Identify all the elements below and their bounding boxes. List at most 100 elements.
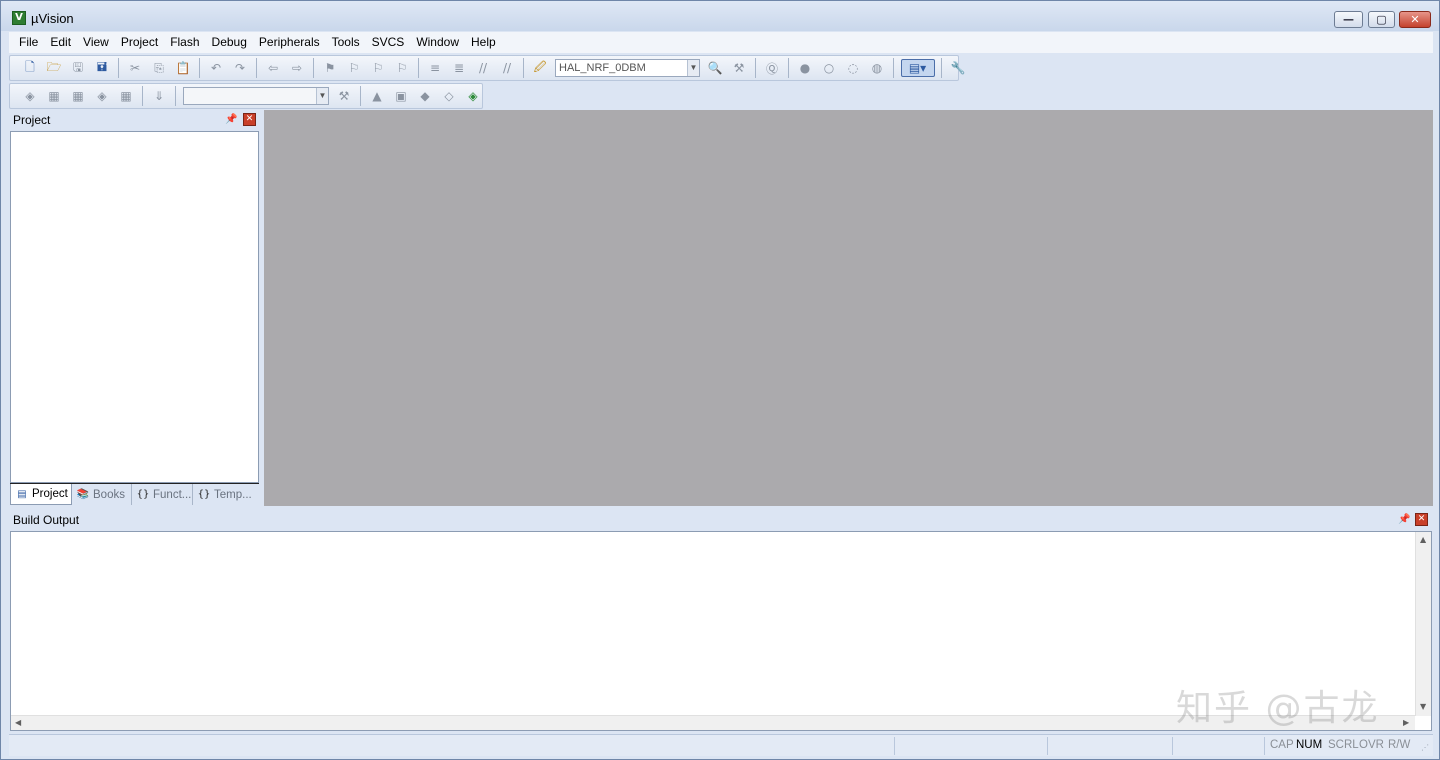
manage-runtime-icon[interactable]: ◆ xyxy=(416,87,435,105)
window-layout-icon[interactable]: ▤▾ xyxy=(900,59,935,77)
find-icon[interactable]: 🔍 xyxy=(706,59,725,77)
configure-wrench-icon[interactable]: 🔧 xyxy=(949,59,968,77)
save-all-icon[interactable]: 🖬 xyxy=(93,59,112,77)
books-icon: 📚 xyxy=(76,489,90,500)
build-icon[interactable]: ▦ xyxy=(45,87,64,105)
pin-icon[interactable]: 📌 xyxy=(225,114,237,126)
scroll-left-icon[interactable]: ◀ xyxy=(15,718,21,727)
target-select[interactable]: HAL_NRF_0DBM ▼ xyxy=(555,59,700,77)
status-num: NUM xyxy=(1296,739,1323,751)
chevron-down-icon[interactable]: ▼ xyxy=(316,88,328,104)
download-icon[interactable]: ⇓ xyxy=(150,87,169,105)
uvision-window: V µVision — ▢ ✕ File Edit View Project F… xyxy=(0,0,1440,760)
new-file-icon[interactable]: 🗋 xyxy=(21,59,40,77)
pack-installer-icon[interactable]: ◇ xyxy=(440,87,459,105)
build-target-select[interactable]: ▼ xyxy=(183,87,329,105)
watermark-text: 知乎 @古龙 xyxy=(1176,688,1380,729)
menu-help[interactable]: Help xyxy=(465,33,502,52)
toolbar-separator xyxy=(199,58,200,78)
start-debug-icon[interactable]: Ⓠ xyxy=(763,59,782,77)
file-toolbar: 🗋 🗁 🖫 🖬 ✂ ⎘ 📋 ↶ ↷ ⇦ ⇨ ⚑ ⚐ ⚐ ⚐ ≡ ≣ // // … xyxy=(9,55,965,81)
scroll-right-icon[interactable]: ▶ xyxy=(1403,718,1409,727)
pin-icon[interactable]: 📌 xyxy=(1398,514,1410,526)
menu-project[interactable]: Project xyxy=(115,33,164,52)
editor-area[interactable] xyxy=(264,110,1433,506)
translate-icon[interactable]: ◈ xyxy=(21,87,40,105)
insert-breakpoint-icon[interactable]: ● xyxy=(796,59,815,77)
title-bar[interactable]: V µVision — ▢ ✕ xyxy=(1,1,1439,31)
close-icon[interactable]: ✕ xyxy=(1415,513,1428,526)
tab-templates[interactable]: {} Temp... xyxy=(193,484,257,505)
comment-icon[interactable]: // xyxy=(474,59,493,77)
close-icon[interactable]: ✕ xyxy=(243,113,256,126)
project-tree[interactable] xyxy=(10,131,259,483)
scroll-up-icon[interactable]: ▲ xyxy=(1420,535,1426,544)
target-options-icon[interactable]: ⚒ xyxy=(335,87,354,105)
rebuild-icon[interactable]: ▦ xyxy=(69,87,88,105)
redo-icon[interactable]: ↷ xyxy=(231,59,250,77)
tab-functions[interactable]: {} Funct... xyxy=(132,484,193,505)
menu-debug[interactable]: Debug xyxy=(206,33,253,52)
target-select-value: HAL_NRF_0DBM xyxy=(559,62,646,74)
status-divider xyxy=(1264,737,1265,755)
status-scrl: SCRL xyxy=(1328,739,1359,751)
scroll-down-icon[interactable]: ▼ xyxy=(1420,702,1426,711)
navigate-back-icon[interactable]: ⇦ xyxy=(264,59,283,77)
next-bookmark-icon[interactable]: ⚐ xyxy=(369,59,388,77)
batch-build-icon[interactable]: ◈ xyxy=(93,87,112,105)
menu-edit[interactable]: Edit xyxy=(44,33,77,52)
tab-project-label: Project xyxy=(32,488,68,500)
select-packs-icon[interactable]: ▣ xyxy=(392,87,411,105)
project-panel-tabs: ▤ Project 📚 Books {} Funct... {} Temp... xyxy=(10,483,259,505)
toolbar-separator xyxy=(418,58,419,78)
window-title: µVision xyxy=(31,11,74,26)
undo-icon[interactable]: ↶ xyxy=(207,59,226,77)
menu-peripherals[interactable]: Peripherals xyxy=(253,33,326,52)
uncomment-icon[interactable]: // xyxy=(498,59,517,77)
build-output-header: Build Output 📌 ✕ xyxy=(9,510,1433,530)
status-bar: CAP NUM SCRL OVR R/W ⋰ xyxy=(9,734,1433,756)
navigate-forward-icon[interactable]: ⇨ xyxy=(288,59,307,77)
chevron-down-icon[interactable]: ▼ xyxy=(687,60,699,76)
incremental-find-icon[interactable]: ⚒ xyxy=(730,59,749,77)
paste-icon[interactable]: 📋 xyxy=(174,59,193,77)
pack-installer-green-icon[interactable]: ◈ xyxy=(464,87,483,105)
clear-bookmarks-icon[interactable]: ⚐ xyxy=(393,59,412,77)
copy-icon[interactable]: ⎘ xyxy=(150,59,169,77)
menu-file[interactable]: File xyxy=(13,33,44,52)
disable-all-breakpoints-icon[interactable]: ◌ xyxy=(844,59,863,77)
toolbar-separator xyxy=(175,86,176,106)
tab-functions-label: Funct... xyxy=(153,488,192,501)
save-icon[interactable]: 🖫 xyxy=(69,59,88,77)
menu-window[interactable]: Window xyxy=(410,33,465,52)
status-divider xyxy=(894,737,895,755)
indent-icon[interactable]: ≡ xyxy=(426,59,445,77)
menu-svcs[interactable]: SVCS xyxy=(366,33,411,52)
insert-bookmark-icon[interactable]: ⚑ xyxy=(321,59,340,77)
resize-grip-icon[interactable]: ⋰ xyxy=(1421,743,1429,752)
menu-view[interactable]: View xyxy=(77,33,115,52)
previous-bookmark-icon[interactable]: ⚐ xyxy=(345,59,364,77)
build-toolbar: ◈ ▦ ▦ ◈ ▦ ⇓ ▼ ⚒ ▲ ▣ ◆ ◇ ◈ xyxy=(9,83,483,109)
cut-icon[interactable]: ✂ xyxy=(126,59,145,77)
tab-books[interactable]: 📚 Books xyxy=(72,484,132,505)
minimize-icon: — xyxy=(1343,13,1354,26)
tab-templates-label: Temp... xyxy=(214,488,252,501)
maximize-button[interactable]: ▢ xyxy=(1368,11,1395,28)
vertical-scrollbar[interactable]: ▲ ▼ xyxy=(1415,532,1431,716)
close-window-button[interactable]: ✕ xyxy=(1399,11,1431,28)
toolbar-separator xyxy=(142,86,143,106)
tab-project[interactable]: ▤ Project xyxy=(10,484,72,505)
unindent-icon[interactable]: ≣ xyxy=(450,59,469,77)
status-divider xyxy=(1172,737,1173,755)
enable-breakpoint-icon[interactable]: ○ xyxy=(820,59,839,77)
manage-project-items-icon[interactable]: ▲ xyxy=(368,87,387,105)
minimize-button[interactable]: — xyxy=(1334,11,1363,28)
find-in-files-icon[interactable]: 🖉 xyxy=(531,59,550,77)
tab-books-label: Books xyxy=(93,488,125,501)
open-folder-icon[interactable]: 🗁 xyxy=(45,59,64,77)
kill-all-breakpoints-icon[interactable]: ◍ xyxy=(868,59,887,77)
stop-build-icon[interactable]: ▦ xyxy=(117,87,136,105)
menu-flash[interactable]: Flash xyxy=(164,33,205,52)
menu-tools[interactable]: Tools xyxy=(326,33,366,52)
